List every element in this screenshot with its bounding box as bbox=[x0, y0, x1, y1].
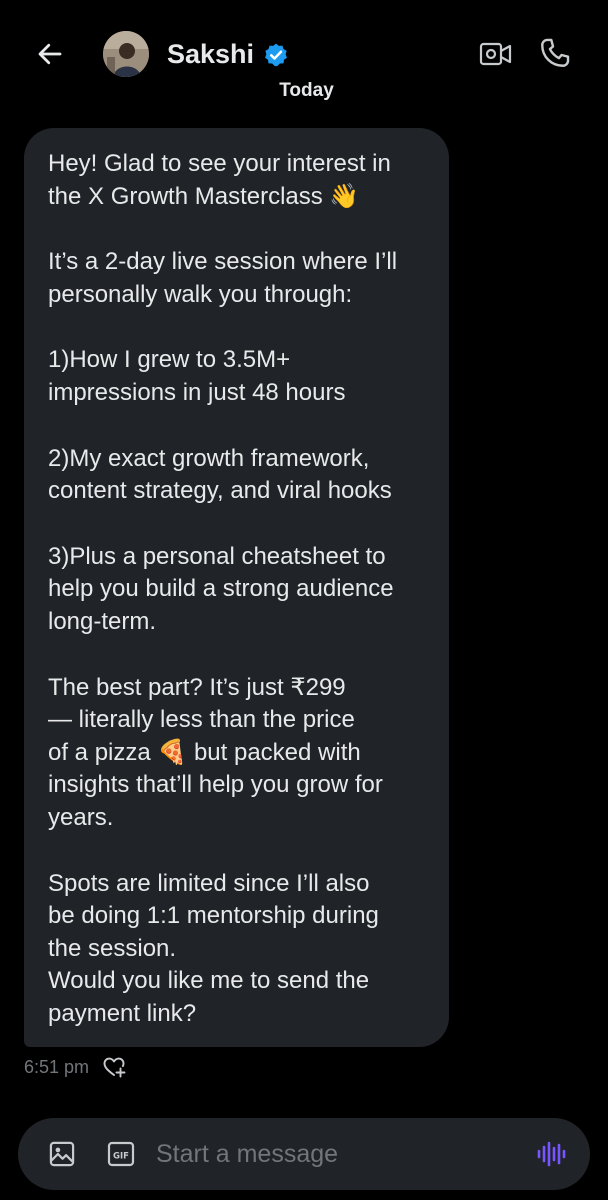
add-gif-button[interactable]: GIF bbox=[107, 1140, 135, 1168]
phone-icon bbox=[541, 38, 570, 67]
voice-message-button[interactable] bbox=[536, 1140, 566, 1168]
gif-label: GIF bbox=[113, 1152, 129, 1162]
date-separator: Today bbox=[0, 80, 608, 106]
message-timestamp: 6:51 pm bbox=[24, 1056, 90, 1077]
video-call-icon bbox=[479, 42, 512, 66]
image-icon bbox=[49, 1141, 75, 1167]
message-paragraph: Hey! Glad to see your interest in the X … bbox=[48, 150, 391, 210]
message-input[interactable] bbox=[156, 1134, 526, 1174]
received-message-bubble[interactable]: Hey! Glad to see your interest in the X … bbox=[24, 128, 449, 1047]
message-composer: GIF bbox=[18, 1118, 590, 1190]
message-paragraph: The best part? It’s just ₹299 — literall… bbox=[48, 673, 383, 831]
arrow-left-icon bbox=[38, 43, 62, 65]
gif-icon: GIF bbox=[107, 1141, 135, 1167]
message-paragraph: 1)How I grew to 3.5M+ impressions in jus… bbox=[48, 346, 346, 406]
message-paragraph: It’s a 2-day live session where I’ll per… bbox=[48, 248, 398, 308]
message-paragraph: Spots are limited since I’ll also be doi… bbox=[48, 869, 379, 1027]
avatar[interactable] bbox=[103, 31, 149, 77]
date-separator-label: Today bbox=[279, 80, 334, 101]
video-call-button[interactable] bbox=[478, 38, 514, 70]
phone-call-button[interactable] bbox=[538, 36, 572, 70]
message-meta: 6:51 pm bbox=[24, 1054, 127, 1080]
voice-wave-icon bbox=[537, 1141, 566, 1167]
message-paragraph: 2)My exact growth framework, content str… bbox=[48, 444, 392, 505]
heart-plus-icon bbox=[103, 1057, 126, 1078]
verified-badge-icon bbox=[265, 43, 287, 67]
add-reaction-button[interactable] bbox=[101, 1054, 127, 1080]
add-photo-button[interactable] bbox=[48, 1140, 76, 1168]
avatar-image bbox=[103, 31, 149, 77]
back-button[interactable] bbox=[30, 34, 70, 74]
message-paragraph: 3)Plus a personal cheatsheet to help you… bbox=[48, 542, 394, 635]
contact-name[interactable]: Sakshi bbox=[167, 36, 254, 72]
